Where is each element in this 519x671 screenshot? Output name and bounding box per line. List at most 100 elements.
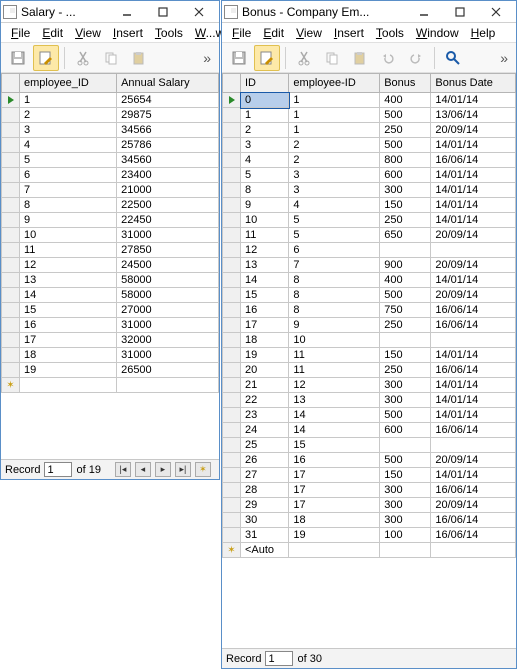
table-row[interactable]: 1224500 — [2, 258, 219, 273]
cell[interactable]: 19 — [289, 528, 380, 543]
cell[interactable]: 14/01/14 — [431, 93, 516, 108]
cell[interactable]: 3 — [289, 183, 380, 198]
cell[interactable]: 58000 — [117, 273, 219, 288]
row-header[interactable] — [223, 198, 241, 213]
cell[interactable] — [380, 438, 431, 453]
table-row[interactable]: 241460016/06/14 — [223, 423, 516, 438]
cell[interactable]: 400 — [380, 93, 431, 108]
cell[interactable] — [117, 378, 219, 393]
cell[interactable]: 27850 — [117, 243, 219, 258]
nav-new-button[interactable]: ✶ — [195, 462, 211, 477]
cell[interactable]: 29875 — [117, 108, 219, 123]
row-header[interactable] — [2, 183, 20, 198]
row-header[interactable] — [2, 93, 20, 108]
cell[interactable]: 250 — [380, 318, 431, 333]
table-row[interactable]: 5360014/01/14 — [223, 168, 516, 183]
cell[interactable] — [380, 543, 431, 558]
cell[interactable]: 500 — [380, 408, 431, 423]
cell[interactable]: 10 — [241, 213, 289, 228]
cell[interactable]: 650 — [380, 228, 431, 243]
table-row[interactable]: 301830016/06/14 — [223, 513, 516, 528]
table-row[interactable]: 15850020/09/14 — [223, 288, 516, 303]
row-header[interactable] — [223, 528, 241, 543]
table-row[interactable]: 425786 — [2, 138, 219, 153]
cell[interactable]: 14/01/14 — [431, 378, 516, 393]
cell[interactable]: 23400 — [117, 168, 219, 183]
cell[interactable]: 4 — [20, 138, 117, 153]
nav-prev-button[interactable]: ◂ — [135, 462, 151, 477]
cell[interactable]: 14/01/14 — [431, 213, 516, 228]
cell[interactable]: 2 — [289, 138, 380, 153]
cell[interactable]: 300 — [380, 513, 431, 528]
table-row[interactable]: 126 — [223, 243, 516, 258]
cell[interactable]: 2 — [289, 153, 380, 168]
cell[interactable]: 400 — [380, 273, 431, 288]
table-row[interactable]: 9415014/01/14 — [223, 198, 516, 213]
row-header[interactable] — [223, 213, 241, 228]
save-button[interactable] — [226, 45, 252, 71]
table-row[interactable]: 1031000 — [2, 228, 219, 243]
row-header[interactable] — [223, 363, 241, 378]
maximize-button[interactable] — [442, 2, 478, 22]
column-header[interactable]: ID — [241, 74, 289, 93]
cell[interactable]: 23 — [241, 408, 289, 423]
table-row[interactable]: 191115014/01/14 — [223, 348, 516, 363]
cell[interactable]: 22450 — [117, 213, 219, 228]
row-header[interactable] — [2, 213, 20, 228]
table-row[interactable]: 2515 — [223, 438, 516, 453]
table-row[interactable]: 10525014/01/14 — [223, 213, 516, 228]
table-row[interactable]: 2125020/09/14 — [223, 123, 516, 138]
table-row[interactable]: 1358000 — [2, 273, 219, 288]
row-header[interactable] — [223, 228, 241, 243]
table-row[interactable]: 4280016/06/14 — [223, 153, 516, 168]
cell[interactable]: 250 — [380, 363, 431, 378]
cell[interactable]: 29 — [241, 498, 289, 513]
cell[interactable]: 1 — [289, 93, 380, 108]
cell[interactable] — [20, 378, 117, 393]
table-row[interactable]: 3250014/01/14 — [223, 138, 516, 153]
cell[interactable]: 7 — [20, 183, 117, 198]
cell[interactable] — [431, 333, 516, 348]
cell[interactable]: 24 — [241, 423, 289, 438]
table-row[interactable]: 311910016/06/14 — [223, 528, 516, 543]
minimize-button[interactable] — [406, 2, 442, 22]
cut-button[interactable] — [70, 45, 96, 71]
cell[interactable]: 14 — [20, 288, 117, 303]
cell[interactable]: 3 — [20, 123, 117, 138]
cell[interactable]: 34560 — [117, 153, 219, 168]
row-header[interactable] — [223, 288, 241, 303]
cell[interactable]: 31000 — [117, 348, 219, 363]
row-header[interactable] — [223, 378, 241, 393]
cell[interactable]: 17 — [289, 483, 380, 498]
row-header[interactable]: ✶ — [2, 378, 20, 393]
menu-tools[interactable]: Tools — [370, 24, 410, 42]
table-row[interactable]: 623400 — [2, 168, 219, 183]
table-row[interactable]: 281730016/06/14 — [223, 483, 516, 498]
cell[interactable]: 16/06/14 — [431, 423, 516, 438]
cell[interactable]: 16/06/14 — [431, 153, 516, 168]
cell[interactable]: 5 — [289, 228, 380, 243]
cell[interactable]: 2 — [241, 123, 289, 138]
table-row[interactable]: 231450014/01/14 — [223, 408, 516, 423]
table-row[interactable]: 334566 — [2, 123, 219, 138]
row-header[interactable] — [2, 258, 20, 273]
cell[interactable]: 15 — [289, 438, 380, 453]
cell[interactable]: 16/06/14 — [431, 528, 516, 543]
row-header[interactable] — [223, 303, 241, 318]
cell[interactable]: 12 — [20, 258, 117, 273]
cell[interactable]: 4 — [241, 153, 289, 168]
cell[interactable]: 17 — [241, 318, 289, 333]
cell[interactable]: 5 — [20, 153, 117, 168]
row-header[interactable] — [2, 318, 20, 333]
table-row[interactable]: 534560 — [2, 153, 219, 168]
table-row[interactable]: 8330014/01/14 — [223, 183, 516, 198]
table-row[interactable]: 221330014/01/14 — [223, 393, 516, 408]
cell[interactable]: 9 — [20, 213, 117, 228]
cell[interactable]: 30 — [241, 513, 289, 528]
cell[interactable]: 14 — [289, 423, 380, 438]
cell[interactable]: 20/09/14 — [431, 228, 516, 243]
cell[interactable] — [289, 543, 380, 558]
table-row[interactable]: 1527000 — [2, 303, 219, 318]
edit-button[interactable] — [254, 45, 280, 71]
column-header[interactable]: employee-ID — [289, 74, 380, 93]
